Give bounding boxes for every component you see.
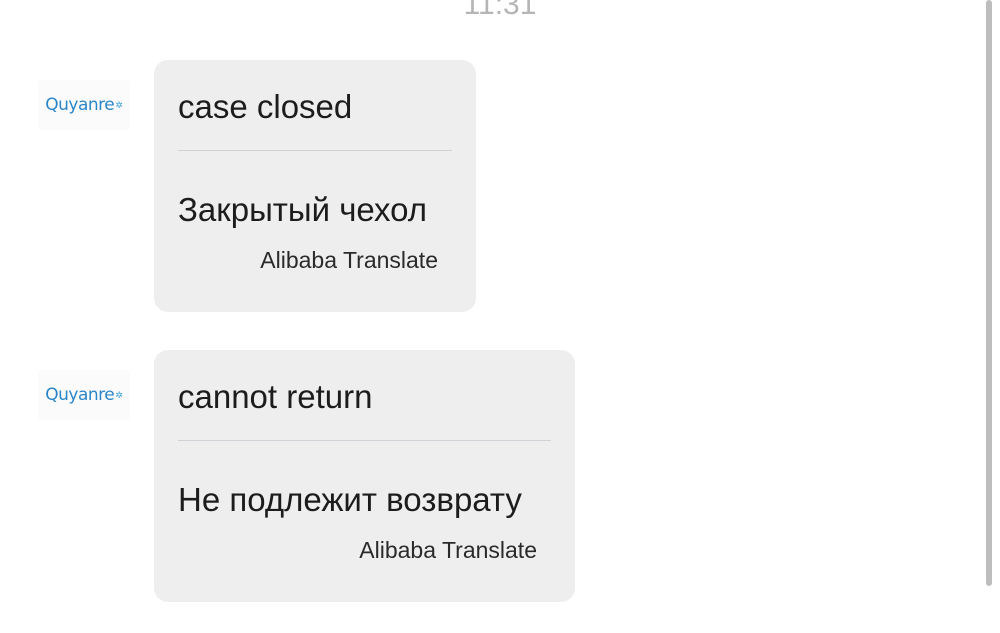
original-text: cannot return (178, 378, 373, 415)
translated-text: Не подлежит возврату (178, 481, 522, 518)
message-bubble[interactable]: cannot return Не подлежит возврату Aliba… (154, 350, 575, 602)
logo-mark-icon: ✲ (115, 99, 123, 110)
scrollbar[interactable] (986, 0, 992, 586)
avatar[interactable]: Quyanre ✲ (38, 80, 130, 130)
message-bubble[interactable]: case closed Закрытый чехол Alibaba Trans… (154, 60, 476, 312)
logo-mark-icon: ✲ (115, 389, 123, 400)
translation-divider (178, 440, 551, 441)
translator-label: Alibaba Translate (260, 247, 438, 273)
avatar[interactable]: Quyanre ✲ (38, 370, 130, 420)
avatar-logo-text: Quyanre (45, 95, 115, 115)
translator-label: Alibaba Translate (359, 537, 537, 563)
translation-divider (178, 150, 452, 151)
message-timestamp: 11:31 (463, 0, 537, 21)
avatar-logo-text: Quyanre (45, 385, 115, 405)
original-text: case closed (178, 88, 353, 125)
translated-text: Закрытый чехол (178, 191, 428, 228)
